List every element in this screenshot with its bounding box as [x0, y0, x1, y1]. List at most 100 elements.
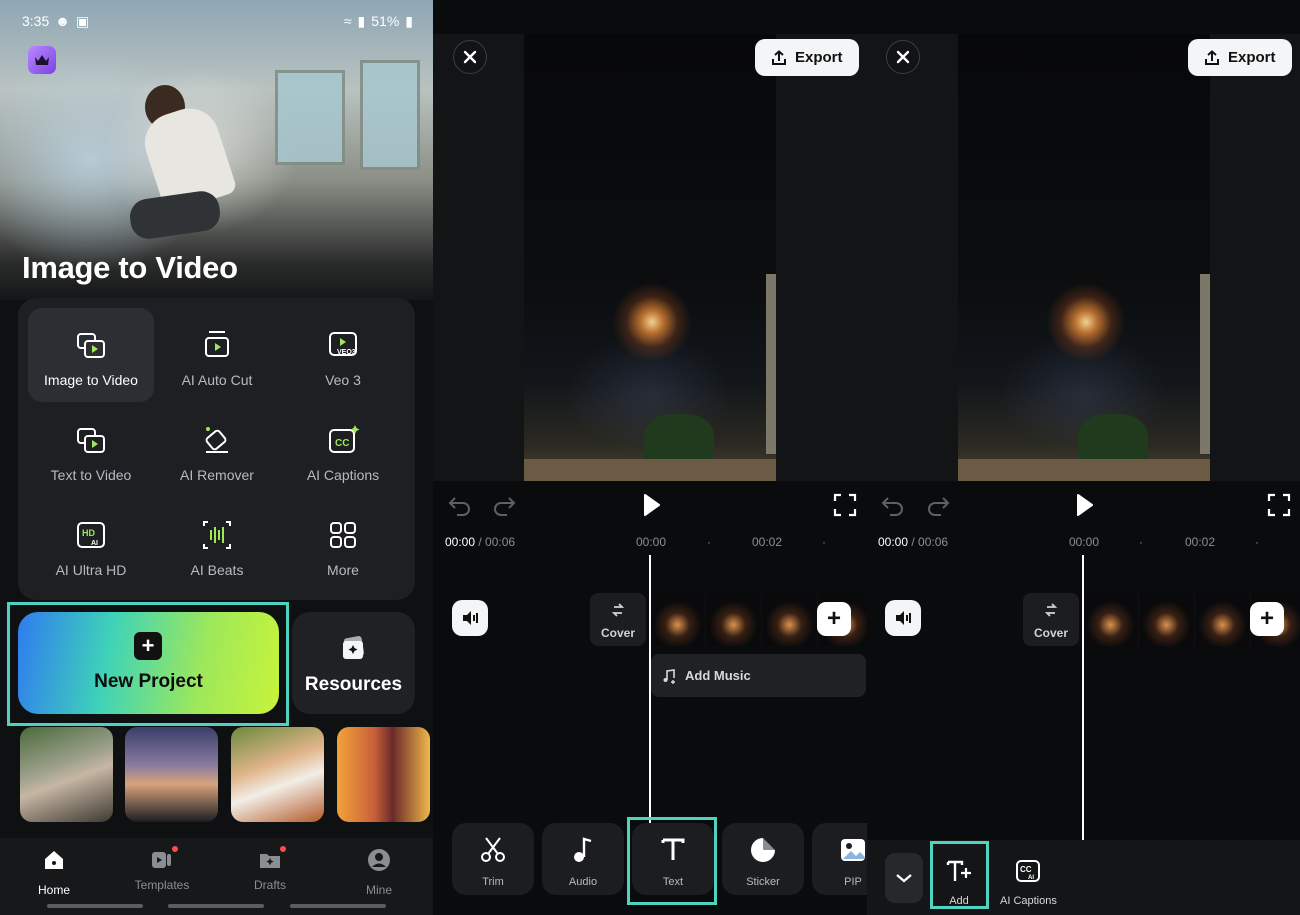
new-project-label: New Project: [94, 671, 203, 692]
ai-captions-button[interactable]: CC AI AI Captions: [1000, 858, 1057, 907]
template-thumbnail[interactable]: [20, 727, 113, 822]
sticker-icon: [751, 838, 775, 862]
swap-icon: [611, 603, 625, 617]
nav-templates[interactable]: Templates: [117, 846, 207, 892]
video-preview[interactable]: [524, 34, 776, 481]
cover-button[interactable]: Cover: [1023, 593, 1079, 646]
premium-crown-icon[interactable]: [28, 46, 56, 74]
svg-text:CC: CC: [335, 438, 349, 449]
ruler-mark: 00:02: [752, 535, 783, 549]
tool-ai-remover[interactable]: AI Remover: [154, 403, 280, 497]
tool-label: AI Captions: [306, 467, 380, 483]
total-time: / 00:06: [475, 535, 516, 549]
editor-screen: Export 00:00 / 00:06 00:00 · 00:02 · Cov…: [433, 0, 867, 915]
tool-label: AI Ultra HD: [55, 562, 127, 578]
tool-ai-ultra-hd[interactable]: HD AI AI Ultra HD: [28, 498, 154, 592]
play-icon[interactable]: [1071, 492, 1097, 518]
battery-icon: ▮: [405, 12, 413, 29]
close-button[interactable]: [453, 40, 487, 74]
play-icon[interactable]: [638, 492, 664, 518]
hero-window: [275, 70, 345, 165]
undo-icon[interactable]: [447, 492, 473, 518]
toolbar-label: Trim: [482, 876, 504, 888]
cover-button[interactable]: Cover: [590, 593, 646, 646]
tool-label: AI Auto Cut: [181, 372, 253, 388]
tool-more[interactable]: More: [280, 498, 406, 592]
close-icon: [463, 50, 477, 64]
nav-mine[interactable]: Mine: [334, 848, 424, 897]
firework: [612, 282, 692, 362]
ai-captions-icon: CC: [329, 425, 360, 453]
tool-ai-beats[interactable]: AI Beats: [154, 498, 280, 592]
preview-area: [433, 34, 867, 481]
speaker-icon: [463, 611, 478, 625]
tool-label: Veo 3: [325, 372, 361, 388]
tool-veo-3[interactable]: VEO3 Veo 3: [280, 308, 406, 402]
toolbar-label: PIP: [844, 876, 862, 888]
template-thumbnail[interactable]: [337, 727, 430, 822]
playhead[interactable]: [649, 555, 651, 840]
template-thumbnail[interactable]: [125, 727, 218, 822]
undo-icon[interactable]: [880, 492, 906, 518]
tools-grid: Image to Video AI Auto Cut VEO3 Veo 3 Te…: [18, 298, 415, 600]
tool-label: AI Beats: [190, 562, 244, 578]
redo-icon[interactable]: [925, 492, 951, 518]
playhead[interactable]: [1082, 555, 1084, 840]
redo-icon[interactable]: [491, 492, 517, 518]
ai-captions-icon: CCAI: [1016, 860, 1040, 882]
image-to-video-icon: [77, 333, 105, 358]
new-project-button[interactable]: + New Project: [18, 612, 279, 714]
nav-home[interactable]: Home: [9, 848, 99, 897]
mute-clip-button[interactable]: [452, 600, 488, 636]
add-clip-button[interactable]: +: [1250, 602, 1284, 636]
svg-text:CC: CC: [1020, 865, 1032, 874]
veo3-icon: VEO3: [329, 332, 357, 356]
ai-beats-icon: [203, 521, 231, 549]
toolbar-label: Sticker: [746, 876, 780, 888]
current-time: 00:00: [878, 535, 909, 549]
tool-ai-auto-cut[interactable]: AI Auto Cut: [154, 308, 280, 402]
video-preview[interactable]: [958, 34, 1210, 481]
templates-icon: [150, 846, 178, 872]
toolbar-pip[interactable]: PIP: [812, 823, 867, 895]
toolbar-trim[interactable]: Trim: [452, 823, 534, 895]
nav-drafts[interactable]: Drafts: [225, 846, 315, 892]
status-time: 3:35: [22, 13, 50, 29]
export-label: Export: [795, 49, 843, 66]
template-thumbnail[interactable]: [231, 727, 324, 822]
export-button[interactable]: Export: [755, 39, 859, 76]
collapse-menu-button[interactable]: [885, 853, 923, 903]
nav-label: Home: [37, 883, 70, 897]
ai-auto-cut-icon: [205, 331, 229, 357]
plus-icon: +: [134, 632, 162, 660]
add-music-label: Add Music: [685, 668, 751, 683]
fullscreen-icon[interactable]: [832, 492, 858, 518]
fullscreen-icon[interactable]: [1266, 492, 1292, 518]
cover-label: Cover: [1033, 626, 1068, 640]
upload-icon: [772, 49, 786, 65]
music-add-icon: [663, 668, 675, 684]
preview-area: [867, 34, 1300, 481]
tool-ai-captions[interactable]: CC AI Captions: [280, 403, 406, 497]
export-button[interactable]: Export: [1188, 39, 1292, 76]
mute-clip-button[interactable]: [885, 600, 921, 636]
add-text-highlight: [930, 841, 989, 909]
add-clip-button[interactable]: +: [817, 602, 851, 636]
resources-label: Resources: [304, 674, 403, 695]
tool-label: Image to Video: [44, 372, 138, 388]
text-menu-screen: Export 00:00 / 00:06 00:00 · 00:02 · Cov…: [867, 0, 1300, 915]
more-grid-icon: [330, 522, 356, 548]
nav-label: Mine: [365, 883, 392, 897]
close-button[interactable]: [886, 40, 920, 74]
tool-image-to-video[interactable]: Image to Video: [28, 308, 154, 402]
tool-text-to-video[interactable]: Text to Video: [28, 403, 154, 497]
ruler-dot: ·: [1139, 535, 1143, 549]
svg-text:HD: HD: [82, 528, 95, 538]
toolbar-audio[interactable]: Audio: [542, 823, 624, 895]
tool-label: AI Remover: [180, 467, 254, 483]
toolbar-sticker[interactable]: Sticker: [722, 823, 804, 895]
add-music-track[interactable]: Add Music: [651, 654, 866, 697]
hero-window: [360, 60, 420, 170]
resources-button[interactable]: Resources: [292, 612, 415, 714]
close-icon: [896, 50, 910, 64]
